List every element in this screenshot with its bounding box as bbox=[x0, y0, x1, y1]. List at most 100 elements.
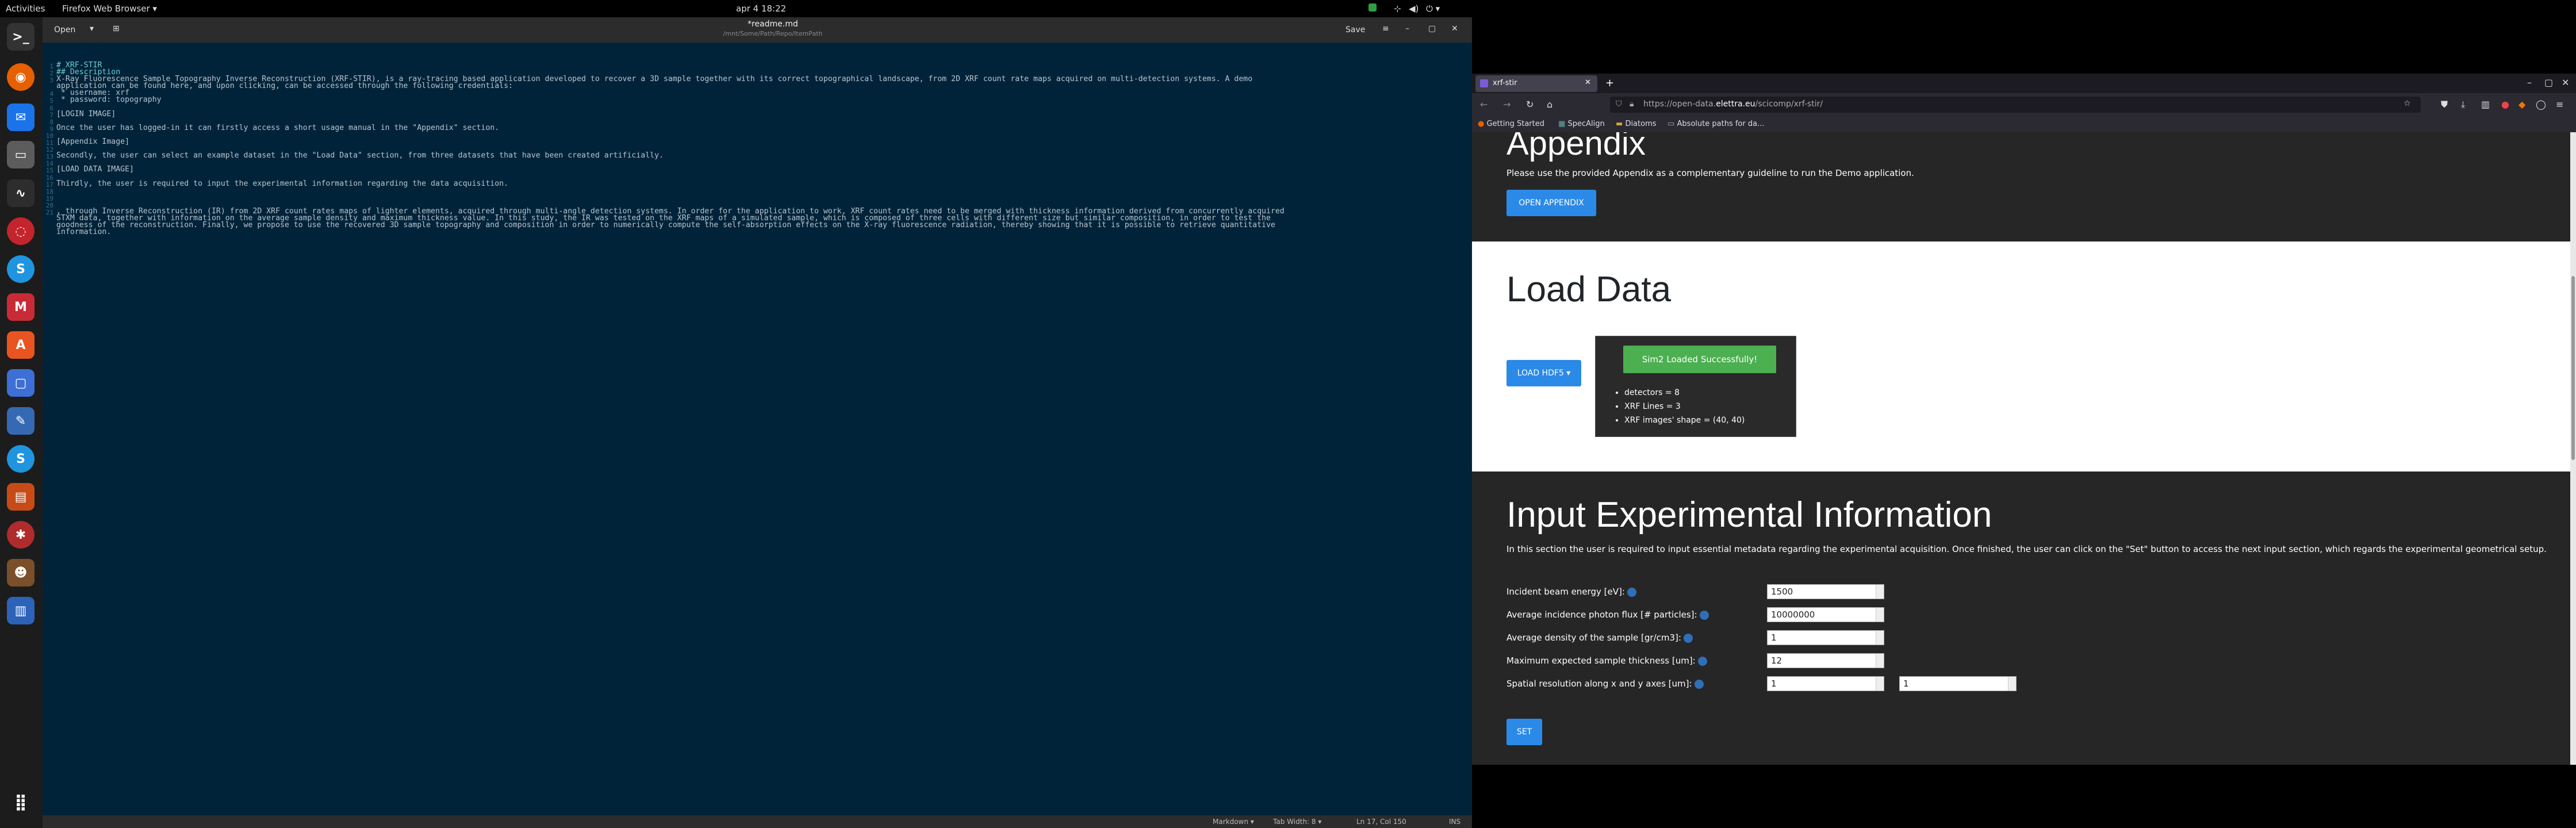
software-center-icon[interactable]: A bbox=[7, 331, 34, 359]
code-line[interactable]: [LOGIN IMAGE] bbox=[56, 110, 1471, 118]
writer-icon[interactable]: ▥ bbox=[7, 597, 34, 624]
photon-flux-input[interactable]: 10000000 bbox=[1767, 607, 1884, 622]
code-line[interactable]: [LOAD DATA IMAGE] bbox=[56, 166, 1471, 173]
firefox-icon[interactable]: ◉ bbox=[7, 63, 34, 91]
stepper-icon[interactable] bbox=[1876, 654, 1884, 668]
stepper-icon[interactable] bbox=[1876, 608, 1884, 622]
lock-icon[interactable]: 🔒︎ bbox=[1630, 99, 1634, 109]
inkscape-icon[interactable]: ✱ bbox=[7, 521, 34, 549]
thunderbird-icon[interactable]: ✉ bbox=[7, 103, 34, 131]
resolution-y-input[interactable]: 1 bbox=[1899, 676, 2017, 691]
language-selector[interactable]: Markdown ▾ bbox=[1213, 818, 1254, 826]
code-line[interactable]: * username: xrf bbox=[56, 89, 1471, 97]
code-line[interactable] bbox=[56, 194, 1471, 201]
zotero-icon[interactable]: ◌ bbox=[7, 217, 34, 245]
beam-energy-input[interactable]: 1500 bbox=[1767, 584, 1884, 599]
thickness-input[interactable]: 12 bbox=[1767, 653, 1884, 668]
editor-text-area[interactable]: 1 2 3 4 5 6 7 8 9 10 11 12 13 14 15 16 17 18 19 20 21 # XRF-… bbox=[43, 43, 1472, 828]
set-button[interactable]: SET bbox=[1506, 719, 1542, 745]
code-line[interactable]: Once the user has logged-in it can first… bbox=[56, 124, 1471, 132]
info-icon[interactable] bbox=[1627, 587, 1636, 597]
document-viewer-icon[interactable]: ▤ bbox=[7, 483, 34, 511]
code-line[interactable]: * password: topography bbox=[56, 96, 1471, 103]
tab-xrf-stir[interactable]: xrf-stir ✕ bbox=[1475, 75, 1597, 92]
app-menu-icon[interactable]: ≡ bbox=[2556, 99, 2563, 110]
code-line[interactable]: application can be found here, and upon … bbox=[56, 82, 1471, 90]
extension-second-icon[interactable]: ◆ bbox=[2518, 99, 2525, 110]
code-line[interactable] bbox=[56, 104, 1471, 111]
window-minimize-icon[interactable]: – bbox=[2527, 77, 2532, 88]
bookmark-specalign[interactable]: ▦ SpecAlign bbox=[1558, 120, 1605, 128]
active-app-menu[interactable]: Firefox Web Browser ▾ bbox=[62, 3, 157, 14]
maximize-icon[interactable]: ▢ bbox=[1428, 24, 1436, 33]
text-editor-icon[interactable]: ✎ bbox=[7, 407, 34, 435]
shield-icon[interactable]: ⛉ bbox=[1616, 99, 1622, 109]
code-line[interactable]: # XRF-STIR bbox=[56, 62, 1471, 69]
tab-close-icon[interactable]: ✕ bbox=[1585, 78, 1591, 87]
show-apps-icon[interactable]: ⣿ bbox=[7, 788, 34, 815]
load-hdf5-dropdown[interactable]: LOAD HDF5 ▾ bbox=[1506, 360, 1581, 386]
open-appendix-button[interactable]: OPEN APPENDIX bbox=[1506, 190, 1596, 216]
scrollbar[interactable] bbox=[2570, 132, 2576, 765]
window-maximize-icon[interactable]: ▢ bbox=[2544, 77, 2553, 88]
url-bar[interactable]: ⛉ 🔒︎ https://open-data.elettra.eu/scicom… bbox=[1610, 97, 2421, 113]
resolution-x-input[interactable]: 1 bbox=[1767, 676, 1884, 691]
code-line[interactable]: goodness of the reconstruction. Finally,… bbox=[56, 221, 1471, 229]
code-line[interactable] bbox=[56, 159, 1471, 166]
code-line[interactable] bbox=[56, 187, 1471, 194]
new-tab-icon[interactable]: ⊞ bbox=[113, 24, 120, 33]
new-tab-plus-icon[interactable]: + bbox=[1605, 77, 1614, 89]
forward-icon[interactable]: → bbox=[1503, 99, 1511, 110]
stepper-icon[interactable] bbox=[1876, 631, 1884, 645]
pocket-icon[interactable]: ⛊ bbox=[2441, 99, 2448, 110]
density-input[interactable]: 1 bbox=[1767, 630, 1884, 645]
files-icon[interactable]: ▭ bbox=[7, 141, 34, 168]
code-line[interactable]: information. bbox=[56, 228, 1471, 236]
menu-icon[interactable]: ≡ bbox=[1382, 24, 1389, 33]
bookmark-absolute-paths[interactable]: ▭ Absolute paths for da... bbox=[1667, 120, 1764, 128]
open-button[interactable]: Open bbox=[54, 25, 75, 34]
clock[interactable]: apr 4 18:22 bbox=[736, 3, 786, 14]
close-icon[interactable]: ✕ bbox=[1451, 24, 1458, 33]
info-icon[interactable] bbox=[1697, 656, 1707, 666]
system-monitor-icon[interactable]: ∿ bbox=[7, 179, 34, 207]
window-close-icon[interactable]: ✕ bbox=[2562, 77, 2569, 88]
info-icon[interactable] bbox=[1699, 610, 1709, 620]
back-icon[interactable]: ← bbox=[1480, 99, 1488, 110]
stepper-icon[interactable] bbox=[1876, 677, 1884, 691]
info-icon[interactable] bbox=[1683, 633, 1693, 643]
gimp-icon[interactable]: ☻ bbox=[7, 559, 34, 586]
scrollbar-thumb[interactable] bbox=[2571, 276, 2575, 460]
bookmark-star-icon[interactable]: ☆ bbox=[2404, 99, 2411, 108]
code-line[interactable]: Secondly, the user can select an example… bbox=[56, 152, 1471, 159]
speaker-icon[interactable]: ◀) bbox=[1409, 3, 1419, 14]
code-line[interactable]: Thirdly, the user is required to input t… bbox=[56, 179, 1471, 187]
screenshot-icon[interactable]: ▢ bbox=[7, 369, 34, 397]
library-icon[interactable]: ▥ bbox=[2481, 99, 2490, 110]
skype-second-icon[interactable]: S bbox=[7, 445, 34, 473]
tray-app-icon[interactable] bbox=[1368, 3, 1377, 12]
account-icon[interactable]: ◯ bbox=[2536, 99, 2546, 110]
info-icon[interactable] bbox=[1694, 679, 1704, 689]
reload-icon[interactable]: ↻ bbox=[1526, 99, 1534, 110]
open-menu-chevron-icon[interactable]: ▾ bbox=[90, 24, 94, 33]
save-button[interactable]: Save bbox=[1346, 25, 1365, 34]
activities-button[interactable]: Activities bbox=[6, 3, 45, 14]
terminal-icon[interactable]: >_ bbox=[7, 23, 34, 51]
power-icon[interactable]: ⏻ ▾ bbox=[1426, 3, 1440, 14]
minimize-icon[interactable]: – bbox=[1405, 24, 1409, 33]
extension-icon[interactable]: ● bbox=[2501, 99, 2509, 110]
stepper-icon[interactable] bbox=[2008, 677, 2016, 691]
mendeley-icon[interactable]: M bbox=[7, 293, 34, 321]
editor-code[interactable]: # XRF-STIR ## Description X-Ray Fluorescen… bbox=[56, 62, 1471, 236]
bookmark-diatoms[interactable]: ▬ Diatoms bbox=[1616, 120, 1657, 128]
downloads-icon[interactable]: ⤓ bbox=[2461, 99, 2465, 110]
bookmark-getting-started[interactable]: ● Getting Started bbox=[1478, 120, 1544, 128]
network-icon[interactable]: ⊹ bbox=[1394, 3, 1401, 14]
tab-width-selector[interactable]: Tab Width: 8 ▾ bbox=[1273, 818, 1321, 826]
code-line[interactable]: [Appendix Image] bbox=[56, 138, 1471, 145]
code-line[interactable] bbox=[56, 132, 1471, 139]
home-icon[interactable]: ⌂ bbox=[1547, 99, 1552, 110]
skype-icon[interactable]: S bbox=[7, 255, 34, 283]
stepper-icon[interactable] bbox=[1876, 585, 1884, 599]
